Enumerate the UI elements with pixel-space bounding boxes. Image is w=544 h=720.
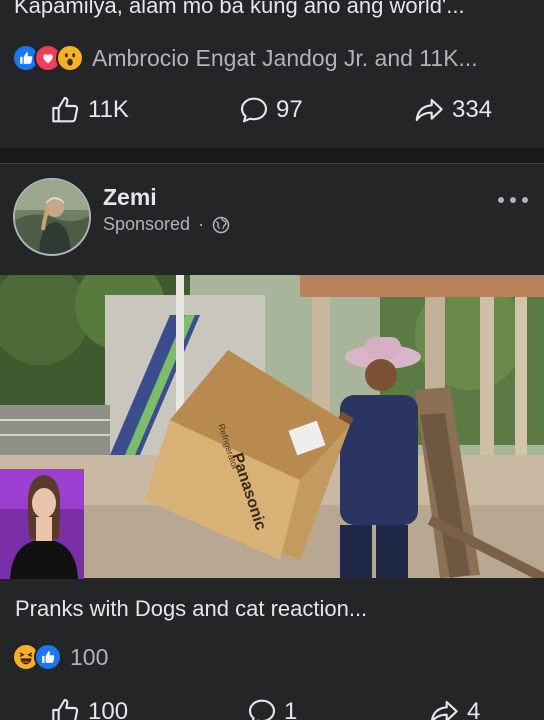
wow-icon [56,44,84,72]
pip-frame [0,469,84,579]
sponsored-label[interactable]: Sponsored [103,214,190,235]
share-icon [430,700,458,720]
feed-separator [0,148,544,164]
action-bar: 11K 97 334 [0,90,544,130]
comment-icon [240,97,268,123]
thumbs-up-icon [52,698,79,720]
comment-count: 1 [284,698,298,720]
share-count: 4 [467,698,481,720]
action-bar: 100 1 4 [0,692,544,720]
comment-button[interactable]: 1 [246,692,297,720]
author-name[interactable]: Zemi [103,184,157,211]
like-count: 100 [88,698,129,720]
reaction-count[interactable]: 100 [70,644,108,671]
meta-separator: · [198,214,205,234]
post-card-2: Zemi Sponsored · Panasonic Refrigerator … [0,164,544,720]
more-options-button[interactable] [498,190,528,210]
avatar[interactable] [13,178,91,256]
dot [498,197,504,203]
share-button[interactable]: 334 [412,90,492,130]
share-icon [415,98,443,122]
like-icon [34,643,62,671]
dot [522,197,528,203]
like-button[interactable]: 100 [50,692,128,720]
globe-icon [212,216,230,233]
post-caption[interactable]: Pranks with Dogs and cat reaction... [15,596,367,622]
comment-count: 97 [276,96,303,123]
post-caption[interactable]: Kapamilya, alam mo ba kung ano ang world… [14,0,465,19]
like-count: 11K [88,96,129,123]
reactions-summary[interactable]: Ambrocio Engat Jandog Jr. and 11K... [12,42,478,74]
post-meta: Sponsored · [103,214,230,235]
reactors-text[interactable]: Ambrocio Engat Jandog Jr. and 11K... [92,45,478,72]
reaction-icons [12,643,62,671]
picture-in-picture-video[interactable] [0,469,84,579]
comment-icon [248,699,276,720]
reactions-summary[interactable]: 100 [12,642,108,672]
share-count: 334 [452,96,493,123]
dot [510,197,516,203]
thumbs-up-icon [52,96,79,123]
share-button[interactable]: 4 [427,692,480,720]
comment-button[interactable]: 97 [238,90,303,130]
post-card-1: Kapamilya, alam mo ba kung ano ang world… [0,0,544,148]
reaction-icons [12,44,84,72]
like-button[interactable]: 11K [50,90,129,130]
